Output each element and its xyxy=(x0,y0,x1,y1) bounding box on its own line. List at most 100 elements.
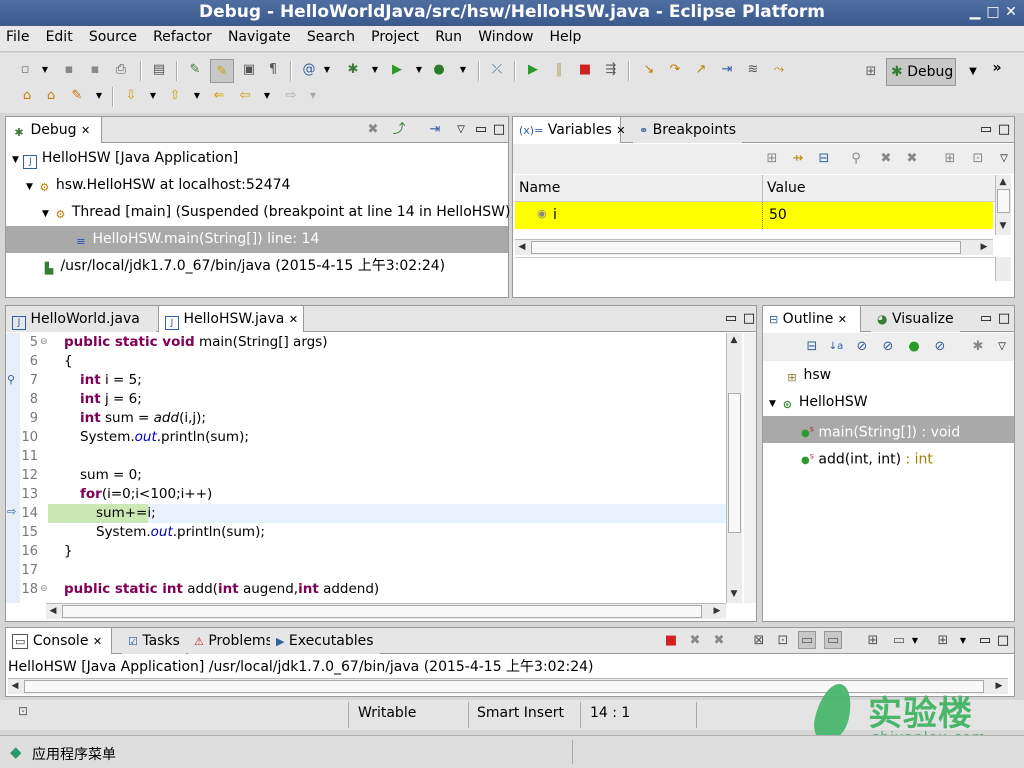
display-console-dropdown-icon[interactable]: ▼ xyxy=(906,632,924,650)
new-icon[interactable]: ▫ xyxy=(16,61,34,79)
clear-console-icon[interactable]: ⊠ xyxy=(750,632,768,650)
expand-icon[interactable]: ▼ xyxy=(12,155,19,165)
back-icon[interactable]: ⇦ xyxy=(236,87,254,105)
run-icon[interactable]: ▶ xyxy=(388,61,406,79)
scroll-left-icon[interactable]: ◀ xyxy=(46,604,60,618)
variable-row[interactable]: ◉ i 50 xyxy=(515,202,993,229)
debug-run-icon[interactable]: ✱ xyxy=(344,61,362,79)
detail-vertical-scrollbar[interactable] xyxy=(995,257,1011,281)
terminate-icon[interactable]: ■ xyxy=(576,61,594,79)
minimize-icon[interactable]: ▁ xyxy=(966,3,984,21)
view-menu-icon[interactable]: ▽ xyxy=(995,150,1013,168)
open-type-icon[interactable]: ⌂ xyxy=(18,87,36,105)
tree-item-vm[interactable]: ▼ ⚙ hsw.HelloHSW at localhost:52474 xyxy=(6,172,508,199)
tab-hellohsw-java[interactable]: J HelloHSW.java ✕ xyxy=(158,306,304,332)
tree-item-stack-frame[interactable]: ≡ HelloHSW.main(String[]) line: 14 xyxy=(6,226,508,253)
minimize-view-icon[interactable]: ▭ xyxy=(977,121,995,139)
window-title-bar[interactable]: Debug - HelloWorldJava/src/hsw/HelloHSW.… xyxy=(0,0,1024,26)
scroll-left-icon[interactable]: ◀ xyxy=(515,240,529,254)
previous-annotation-dropdown-icon[interactable]: ▼ xyxy=(188,87,206,105)
back-dropdown-icon[interactable]: ▼ xyxy=(258,87,276,105)
tab-outline[interactable]: ⊟ Outline ✕ xyxy=(763,306,861,332)
menu-help[interactable]: Help xyxy=(544,26,588,48)
collapse-all-icon[interactable]: ⊟ xyxy=(815,150,833,168)
menu-navigate[interactable]: Navigate xyxy=(222,26,297,48)
tree-item-thread[interactable]: ▼ ⚙ Thread [main] (Suspended (breakpoint… xyxy=(6,199,516,226)
maximize-icon[interactable]: □ xyxy=(984,3,1002,21)
step-filters-icon[interactable]: ⤳ xyxy=(770,61,788,79)
close-tab-icon[interactable]: ✕ xyxy=(93,635,102,648)
debug-perspective-button[interactable]: ✱ Debug xyxy=(886,58,956,86)
maximize-view-icon[interactable]: □ xyxy=(995,121,1013,139)
editor-vertical-scrollbar[interactable]: ▲ ▼ xyxy=(726,333,742,603)
new-dropdown-icon[interactable]: ▼ xyxy=(36,61,54,79)
focus-icon[interactable]: ✱ xyxy=(969,338,987,356)
expand-icon[interactable]: ▼ xyxy=(26,182,33,192)
menu-source[interactable]: Source xyxy=(83,26,143,48)
code-editor[interactable]: 5 ⊖ public static void main(String[] args)… xyxy=(20,333,726,603)
view-menu-icon[interactable]: ▽ xyxy=(993,338,1011,356)
use-step-filters-icon[interactable]: ≋ xyxy=(744,61,762,79)
new-expression-icon[interactable]: ⊞ xyxy=(941,150,959,168)
previous-annotation-icon[interactable]: ⇧ xyxy=(166,87,184,105)
maximize-view-icon[interactable]: □ xyxy=(995,310,1013,328)
tab-breakpoints[interactable]: ⚭ Breakpoints xyxy=(633,117,743,143)
scroll-down-icon[interactable]: ▼ xyxy=(727,587,741,601)
fast-view-icon[interactable]: ⊡ xyxy=(18,704,28,718)
perspective-dropdown-icon[interactable]: ▼ xyxy=(964,63,982,81)
column-value[interactable]: Value xyxy=(767,180,805,196)
expand-icon[interactable]: ▼ xyxy=(42,209,49,219)
remove-all-launches-icon[interactable]: ✖ xyxy=(710,632,728,650)
debug-dropdown-icon[interactable]: ▼ xyxy=(366,61,384,79)
open-console-dropdown-icon[interactable]: ▼ xyxy=(954,632,972,650)
variables-vertical-scrollbar[interactable]: ▲ ▼ xyxy=(995,175,1011,235)
menu-edit[interactable]: Edit xyxy=(40,26,79,48)
minimize-editor-icon[interactable]: ▭ xyxy=(722,310,740,328)
forward-dropdown-icon[interactable]: ▼ xyxy=(304,87,322,105)
overview-ruler[interactable] xyxy=(744,333,756,603)
whitespace-icon[interactable]: ¶ xyxy=(264,61,282,79)
menu-project[interactable]: Project xyxy=(365,26,425,48)
tab-console[interactable]: ▭ Console ✕ xyxy=(6,628,112,654)
minimize-view-icon[interactable]: ▭ xyxy=(976,632,994,650)
save-icon[interactable]: ▪ xyxy=(60,61,78,79)
hide-fields-icon[interactable]: ⊘ xyxy=(853,338,871,356)
tab-debug[interactable]: ✱ Debug ✕ xyxy=(6,117,102,143)
maximize-view-icon[interactable]: □ xyxy=(490,121,508,139)
outline-class[interactable]: ▼ ⊙ HelloHSW xyxy=(763,389,1014,416)
app-menu-label[interactable]: 应用程序菜单 xyxy=(32,744,116,764)
outline-member-main[interactable]: ●s main(String[]) : void xyxy=(763,416,1014,443)
last-edit-location-icon[interactable]: ⇐ xyxy=(210,87,228,105)
app-menu-icon[interactable]: ◆ xyxy=(10,743,22,761)
scroll-up-icon[interactable]: ▲ xyxy=(727,333,741,347)
outline-package[interactable]: ⊞ hsw xyxy=(763,362,1014,389)
show-logical-structure-icon[interactable]: ⇸ xyxy=(789,150,807,168)
minimize-view-icon[interactable]: ▭ xyxy=(977,310,995,328)
step-over-icon[interactable]: ↷ xyxy=(666,61,684,79)
variables-horizontal-scrollbar[interactable]: ◀ ▶ xyxy=(515,239,993,255)
remove-icon[interactable]: ✖ xyxy=(877,150,895,168)
pin-icon[interactable]: ⊡ xyxy=(969,150,987,168)
show-stderr-icon[interactable]: ▭ xyxy=(824,631,842,649)
scroll-up-icon[interactable]: ▲ xyxy=(996,175,1010,189)
remove-terminated-icon[interactable]: ✖ xyxy=(364,121,382,139)
tree-item-process[interactable]: ▙ /usr/local/jdk1.7.0_67/bin/java (2015-… xyxy=(6,253,508,280)
pin-console-icon[interactable]: ⊞ xyxy=(864,632,882,650)
connect-icon[interactable]: ⤴ xyxy=(390,121,408,139)
next-annotation-icon[interactable]: ⇩ xyxy=(122,87,140,105)
expand-icon[interactable]: ▼ xyxy=(769,399,776,409)
search-tool-icon[interactable]: ✎ xyxy=(68,87,86,105)
close-tab-icon[interactable]: ✕ xyxy=(838,313,847,326)
run-dropdown-icon[interactable]: ▼ xyxy=(410,61,428,79)
external-tools-icon[interactable]: ● xyxy=(430,61,448,79)
outline-member-add[interactable]: ●s add(int, int) : int xyxy=(763,443,1014,470)
scroll-lock-icon[interactable]: ⊡ xyxy=(774,632,792,650)
skip-breakpoints-icon[interactable]: ✎ xyxy=(186,61,204,79)
tab-executables[interactable]: ▶ Executables xyxy=(270,628,380,654)
hide-static-icon[interactable]: ⊘ xyxy=(879,338,897,356)
tab-visualize[interactable]: ◕ Visualize xyxy=(871,306,960,332)
suspend-icon[interactable]: ‖ xyxy=(550,61,568,79)
layout-icon[interactable]: ⚲ xyxy=(847,150,865,168)
editor-ruler[interactable]: ⚲ ⇨ xyxy=(6,333,20,603)
more-perspectives-icon[interactable]: » xyxy=(988,59,1006,77)
